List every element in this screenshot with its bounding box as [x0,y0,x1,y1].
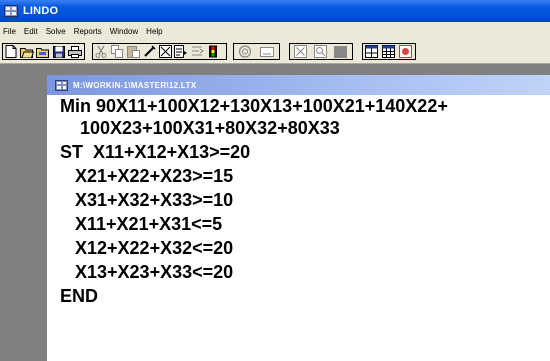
fill-icon [333,45,347,58]
menu-help[interactable]: Help [142,27,166,36]
copy-icon [110,45,123,58]
solve-icon [238,45,252,58]
cut-icon [95,45,107,58]
picture-button[interactable] [256,44,278,59]
code-line: X13+X23+X33<=20 [60,262,234,282]
options-button[interactable] [397,44,414,59]
open-folder-button[interactable] [35,44,51,59]
stop-icon [209,45,217,58]
code-line: X21+X22+X23>=15 [60,166,234,186]
replace-button[interactable] [157,44,173,59]
toolbar-edit-group [92,43,227,60]
toolbar-solve-group [233,43,280,60]
new-file-icon [5,45,17,58]
paste-button[interactable] [125,44,141,59]
picture-icon [260,46,274,57]
paste-icon [126,46,140,58]
replace-icon [158,45,172,58]
solve-button[interactable] [234,44,256,59]
code-line: ST X11+X12+X13>=20 [60,142,251,162]
compile-icon [191,46,204,56]
new-file-button[interactable] [3,44,19,59]
toolbar [0,40,550,64]
save-button[interactable] [51,44,67,59]
code-line: X11+X21+X31<=5 [60,214,223,234]
goto-button[interactable] [173,44,189,59]
cascade-icon [382,45,395,58]
code-line: X31+X32+X33>=10 [60,190,234,210]
cut-button[interactable] [93,44,109,59]
fill-button[interactable] [330,44,350,59]
print-button[interactable] [67,44,83,59]
code-line: X12+X22+X32<=20 [60,238,234,258]
toolbar-window-group [289,43,353,60]
document-window[interactable]: M:\WORKIN-1\MASTER\12.LTX Min 90X11+100X… [47,75,550,361]
open-file-icon [20,47,34,58]
zoom-button[interactable] [310,44,330,59]
find-button[interactable] [141,44,157,59]
document-icon[interactable] [55,79,68,91]
stop-button[interactable] [205,44,221,59]
toolbar-layout-group [362,43,416,60]
lindo-application: LINDO File Edit Solve Reports Window Hel… [0,0,550,361]
menu-reports[interactable]: Reports [70,27,106,36]
menu-file[interactable]: File [0,27,20,36]
toolbar-file-group [2,43,85,60]
close-all-button[interactable] [290,44,310,59]
close-all-icon [293,45,307,58]
document-title-bar[interactable]: M:\WORKIN-1\MASTER\12.LTX [47,75,550,95]
menu-bar: File Edit Solve Reports Window Help [0,22,550,40]
tile-icon [365,45,378,58]
save-icon [53,45,65,58]
mdi-client-area: M:\WORKIN-1\MASTER\12.LTX Min 90X11+100X… [0,64,550,361]
open-folder-icon [36,47,49,58]
zoom-icon [313,45,327,58]
menu-window[interactable]: Window [106,27,142,36]
options-icon [399,45,412,58]
menu-edit[interactable]: Edit [20,27,42,36]
tile-button[interactable] [363,44,380,59]
document-title: M:\WORKIN-1\MASTER\12.LTX [73,80,197,90]
title-bar[interactable]: LINDO [0,0,550,22]
goto-icon [174,45,187,58]
print-icon [68,45,82,58]
compile-button[interactable] [189,44,205,59]
app-icon[interactable] [4,5,18,17]
open-file-button[interactable] [19,44,35,59]
menu-solve[interactable]: Solve [42,27,70,36]
model-editor[interactable]: Min 90X11+100X12+130X13+100X21+140X22+ 1… [47,95,550,361]
find-icon [143,45,156,57]
cascade-button[interactable] [380,44,397,59]
window-title: LINDO [23,5,59,17]
code-line: END [60,286,99,306]
code-line: Min 90X11+100X12+130X13+100X21+140X22+ [60,96,448,116]
code-line: 100X23+100X31+80X32+80X33 [60,118,340,138]
copy-button[interactable] [109,44,125,59]
